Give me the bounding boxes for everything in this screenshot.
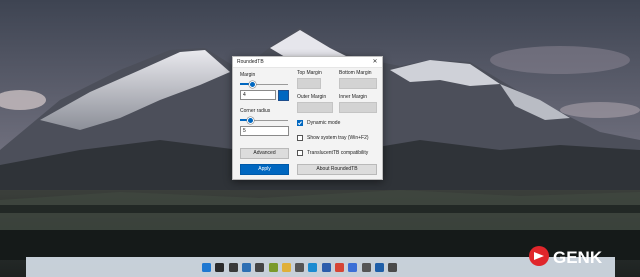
apply-button[interactable]: Apply	[240, 164, 289, 175]
dynamic-mode-label: Dynamic mode	[307, 120, 341, 126]
margin-input[interactable]: 4	[240, 90, 276, 100]
margin-slider[interactable]	[240, 81, 288, 88]
margin-label: Margin	[240, 72, 256, 78]
top-margin-input[interactable]	[297, 78, 321, 89]
edge-icon[interactable]	[308, 263, 318, 272]
show-system-tray-checkbox[interactable]	[297, 135, 303, 141]
color-picker-button[interactable]	[278, 90, 289, 101]
margin-slider-thumb[interactable]	[249, 81, 256, 88]
genk-logo: GENK	[527, 244, 627, 268]
app-icon[interactable]	[268, 263, 278, 272]
file-explorer-icon[interactable]	[281, 263, 291, 272]
about-button[interactable]: About RoundedTB	[297, 164, 377, 175]
corner-slider-thumb[interactable]	[246, 117, 254, 124]
window-title: RoundedTB	[237, 59, 264, 65]
start-icon[interactable]	[202, 263, 211, 272]
corner-radius-label: Corner radius	[240, 108, 271, 114]
word-icon[interactable]	[321, 263, 331, 272]
outer-margin-label: Outer Margin	[297, 94, 327, 100]
app-icon[interactable]	[361, 263, 371, 272]
bottom-margin-input[interactable]	[339, 78, 377, 89]
translucenttb-compat-label: TranslucentTB compatibility	[307, 150, 369, 156]
bottom-margin-label: Bottom Margin	[339, 70, 372, 76]
corner-radius-slider[interactable]	[240, 117, 288, 124]
app-icon[interactable]	[348, 263, 358, 272]
outer-margin-input[interactable]	[297, 102, 333, 113]
app-icon[interactable]	[255, 263, 265, 272]
settings-icon[interactable]	[388, 263, 398, 272]
advanced-button[interactable]: Advanced	[240, 148, 289, 159]
svg-text:GENK: GENK	[553, 248, 603, 267]
chrome-icon[interactable]	[335, 263, 344, 272]
task-view-icon[interactable]	[228, 263, 238, 272]
show-system-tray-label: Show system tray (Win+F2)	[307, 135, 369, 141]
inner-margin-input[interactable]	[339, 102, 377, 113]
app-icon[interactable]	[241, 263, 251, 272]
app-icon[interactable]	[374, 263, 384, 272]
inner-margin-label: Inner Margin	[339, 94, 368, 100]
search-app-icon[interactable]	[295, 263, 305, 272]
corner-radius-input[interactable]: 5	[240, 126, 289, 136]
roundedtb-window: RoundedTB ✕ Margin 4 Corner radius 5 Adv…	[232, 56, 383, 180]
translucenttb-compat-checkbox[interactable]	[297, 150, 303, 156]
search-icon[interactable]	[215, 263, 225, 272]
dynamic-mode-checkbox[interactable]	[297, 120, 303, 126]
title-bar[interactable]: RoundedTB ✕	[233, 57, 382, 68]
close-button[interactable]: ✕	[371, 58, 379, 66]
top-margin-label: Top Margin	[297, 70, 322, 76]
